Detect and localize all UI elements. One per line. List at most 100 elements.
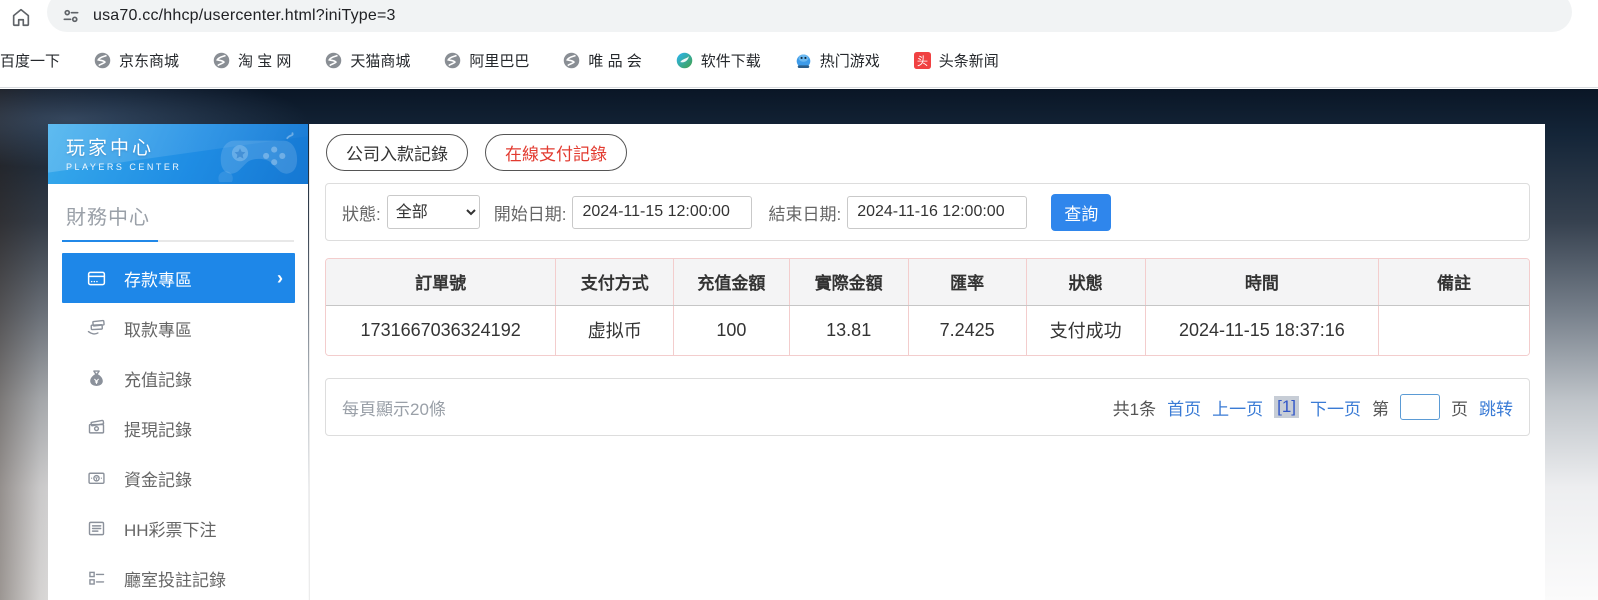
- start-date-input[interactable]: [572, 196, 752, 229]
- software-download-icon: [676, 52, 693, 69]
- page-size-text: 每頁顯示20條: [342, 395, 446, 420]
- table-header-row: 訂單號 支付方式 充值金額 實際金額 匯率 狀態 時間 備註: [326, 259, 1529, 305]
- sidebar-item-label: 廳室投註記錄: [124, 566, 226, 591]
- banknotes-icon: [86, 418, 107, 439]
- url-text: usa70.cc/hhcp/usercenter.html?iniType=3: [93, 7, 396, 25]
- sidebar-item-label: 取款專區: [124, 316, 192, 341]
- pager-controls: 共1条 首页 上一页 [1] 下一页 第 页 跳转: [1113, 394, 1513, 420]
- cell-payment-method: 虚拟币: [556, 305, 674, 355]
- pagination-bar: 每頁顯示20條 共1条 首页 上一页 [1] 下一页 第 页 跳转: [325, 378, 1530, 436]
- status-label: 狀態:: [342, 200, 381, 225]
- sidebar-item-funds-records[interactable]: 資金記錄: [48, 453, 308, 503]
- globe-icon: [213, 52, 230, 69]
- sidebar-item-withdraw-zone[interactable]: 取款專區: [48, 303, 308, 353]
- sidebar: 玩家中心 PLAYERS CENTER 財務中心 存款專區 › 取款專區 充值記…: [48, 124, 308, 600]
- toutiao-news-icon: 头: [914, 52, 931, 69]
- bookmark-baidu[interactable]: 百度一下: [0, 50, 60, 71]
- bookmark-games[interactable]: 热门游戏: [795, 50, 880, 71]
- cell-order-number: 1731667036324192: [326, 305, 556, 355]
- site-settings-icon[interactable]: [61, 6, 81, 26]
- cell-time: 2024-11-15 18:37:16: [1145, 305, 1378, 355]
- table-row: 1731667036324192 虚拟币 100 13.81 7.2425 支付…: [326, 305, 1529, 355]
- status-select[interactable]: 全部: [387, 195, 480, 229]
- cell-recharge-amount: 100: [674, 305, 789, 355]
- sidebar-item-hall-bet-records[interactable]: 廳室投註記錄: [48, 553, 308, 600]
- players-center-subtitle: PLAYERS CENTER: [66, 162, 308, 172]
- end-date-label: 結束日期:: [768, 200, 841, 225]
- finance-section-title: 財務中心: [48, 184, 308, 240]
- first-page-link[interactable]: 首页: [1167, 395, 1201, 420]
- deposit-icon: [86, 268, 107, 289]
- sidebar-menu: 存款專區 › 取款專區 充值記錄 提現記錄 資金記錄: [48, 242, 308, 600]
- globe-icon: [444, 52, 461, 69]
- bookmark-toutiao[interactable]: 头 头条新闻: [914, 50, 999, 71]
- gamepad-icon: [212, 128, 304, 182]
- tab-company-deposit-records[interactable]: 公司入款記錄: [326, 134, 468, 171]
- cell-remark: [1379, 305, 1529, 355]
- sidebar-item-label: 充值記錄: [124, 366, 192, 391]
- bookmark-jd[interactable]: 京东商城: [94, 50, 179, 71]
- next-page-link[interactable]: 下一页: [1310, 395, 1361, 420]
- col-payment-method: 支付方式: [556, 259, 674, 305]
- checklist-icon: [86, 568, 107, 589]
- sidebar-header: 玩家中心 PLAYERS CENTER: [48, 124, 308, 184]
- withdraw-icon: [86, 318, 107, 339]
- bookmark-alibaba[interactable]: 阿里巴巴: [444, 50, 529, 71]
- bookmark-tmall[interactable]: 天猫商城: [325, 50, 410, 71]
- tab-online-payment-records[interactable]: 在線支付記錄: [485, 134, 627, 171]
- sidebar-item-withdraw-records[interactable]: 提現記錄: [48, 403, 308, 453]
- search-button[interactable]: 查詢: [1051, 194, 1111, 231]
- prev-page-link[interactable]: 上一页: [1212, 395, 1263, 420]
- svg-text:头: 头: [917, 54, 928, 67]
- sidebar-item-label: 存款專區: [124, 266, 192, 291]
- end-date-input[interactable]: [847, 196, 1027, 229]
- funds-icon: [86, 468, 107, 489]
- col-remark: 備註: [1379, 259, 1529, 305]
- omnibox-row: usa70.cc/hhcp/usercenter.html?iniType=3: [0, 0, 1598, 33]
- start-date-label: 開始日期:: [494, 200, 567, 225]
- sidebar-item-deposit-zone[interactable]: 存款專區 ›: [62, 253, 295, 303]
- bookmark-software[interactable]: 软件下载: [676, 50, 761, 71]
- jump-page-input[interactable]: [1400, 394, 1440, 420]
- section-divider: [62, 240, 294, 242]
- home-button[interactable]: [9, 5, 33, 29]
- bookmark-label: 天猫商城: [350, 50, 410, 71]
- jump-prefix: 第: [1372, 395, 1389, 420]
- bookmark-label: 百度一下: [0, 50, 60, 71]
- bookmark-vip[interactable]: 唯 品 会: [563, 50, 641, 71]
- url-bar[interactable]: usa70.cc/hhcp/usercenter.html?iniType=3: [47, 0, 1572, 32]
- bookmark-label: 淘 宝 网: [238, 50, 291, 71]
- hot-games-icon: [795, 52, 812, 69]
- current-page-indicator: [1]: [1274, 396, 1299, 418]
- col-order-number: 訂單號: [326, 259, 556, 305]
- globe-icon: [94, 52, 111, 69]
- sidebar-item-hh-lottery-bets[interactable]: HH彩票下注: [48, 503, 308, 553]
- sidebar-item-recharge-records[interactable]: 充值記錄: [48, 353, 308, 403]
- jump-link[interactable]: 跳转: [1479, 395, 1513, 420]
- records-table-container: 訂單號 支付方式 充值金額 實際金額 匯率 狀態 時間 備註 173166703: [325, 258, 1530, 356]
- cell-exchange-rate: 7.2425: [908, 305, 1026, 355]
- money-bag-icon: [86, 368, 107, 389]
- main-content: 公司入款記錄 在線支付記錄 狀態: 全部 開始日期: 結束日期: 查詢: [309, 124, 1545, 600]
- home-icon: [10, 6, 32, 28]
- globe-icon: [563, 52, 580, 69]
- col-actual-amount: 實際金額: [789, 259, 908, 305]
- bookmark-label: 阿里巴巴: [469, 50, 529, 71]
- col-exchange-rate: 匯率: [908, 259, 1026, 305]
- record-tabs: 公司入款記錄 在線支付記錄: [325, 124, 1530, 181]
- col-recharge-amount: 充值金額: [674, 259, 789, 305]
- chevron-right-icon: ›: [277, 268, 283, 289]
- filter-bar: 狀態: 全部 開始日期: 結束日期: 查詢: [325, 183, 1530, 241]
- bookmarks-bar: 百度一下 京东商城 淘 宝 网 天猫商城 阿里巴巴 唯 品 会: [0, 33, 1598, 87]
- browser-chrome: usa70.cc/hhcp/usercenter.html?iniType=3 …: [0, 0, 1598, 88]
- cell-actual-amount: 13.81: [789, 305, 908, 355]
- browser-window: usa70.cc/hhcp/usercenter.html?iniType=3 …: [0, 0, 1598, 600]
- page-background: 玩家中心 PLAYERS CENTER 財務中心 存款專區 › 取款專區 充值記…: [0, 89, 1598, 600]
- cell-status: 支付成功: [1026, 305, 1145, 355]
- records-table: 訂單號 支付方式 充值金額 實際金額 匯率 狀態 時間 備註 173166703: [326, 259, 1529, 355]
- bookmark-taobao[interactable]: 淘 宝 网: [213, 50, 291, 71]
- col-time: 時間: [1145, 259, 1378, 305]
- lottery-list-icon: [86, 518, 107, 539]
- sidebar-item-label: 資金記錄: [124, 466, 192, 491]
- jump-suffix: 页: [1451, 395, 1468, 420]
